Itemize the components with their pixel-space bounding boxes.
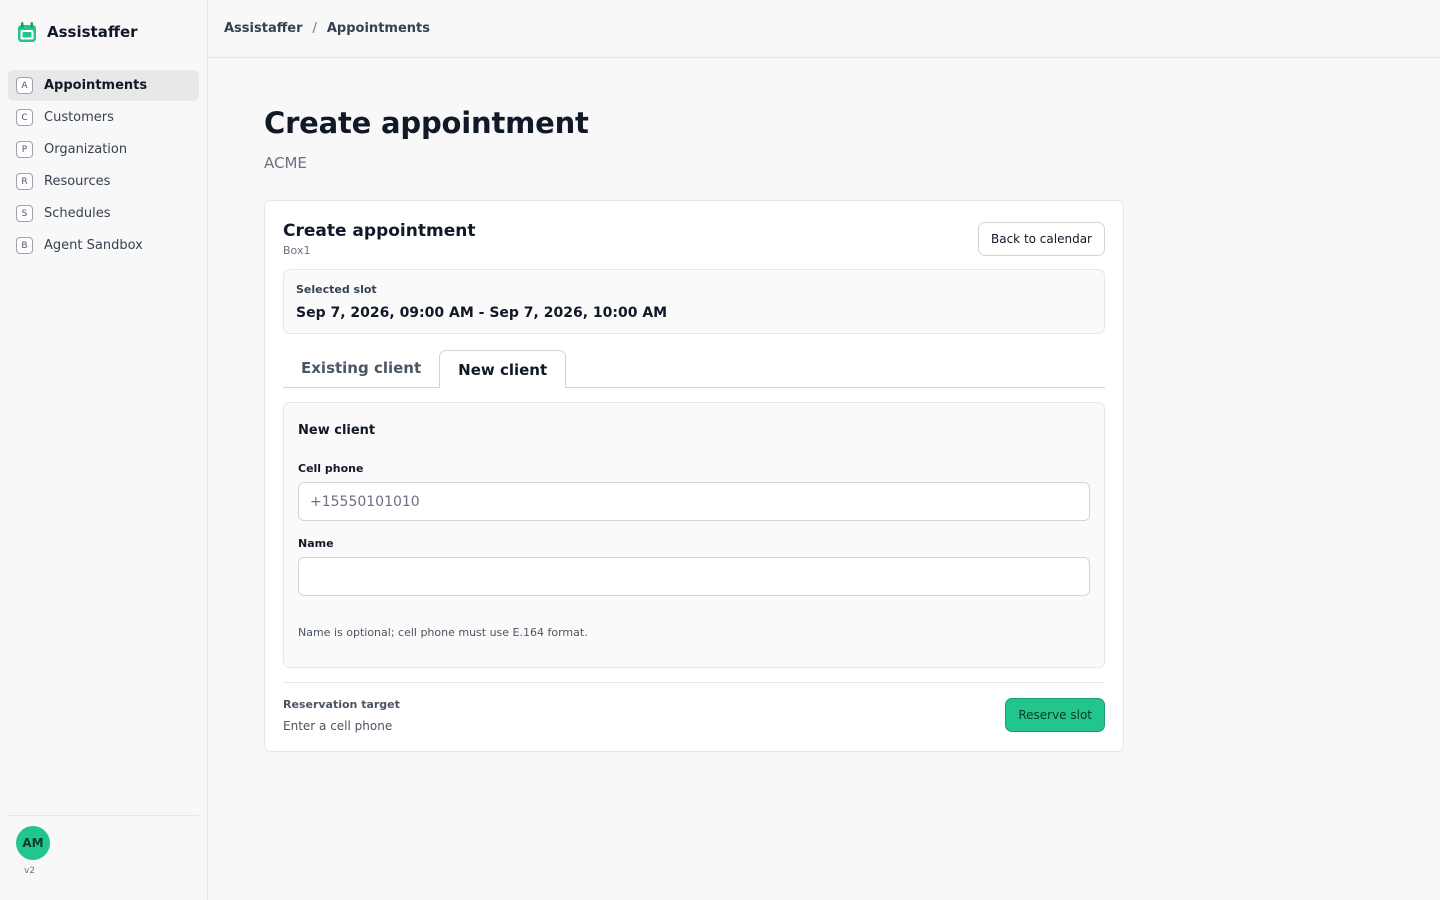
appointments-letter-icon: A xyxy=(16,77,33,94)
brand[interactable]: Assistaffer xyxy=(0,0,207,64)
sidebar-item-label: Agent Sandbox xyxy=(44,238,143,253)
tab-new-client[interactable]: New client xyxy=(439,350,567,388)
page-title: Create appointment xyxy=(264,106,589,140)
sidebar: Assistaffer A Appointments C Customers P… xyxy=(0,0,208,900)
selected-slot-value: Sep 7, 2026, 09:00 AM - Sep 7, 2026, 10:… xyxy=(296,305,668,321)
page-content: Create appointment ACME Create appointme… xyxy=(208,58,1440,752)
cell-phone-input[interactable] xyxy=(298,482,1090,521)
client-tabs: Existing client New client xyxy=(283,350,1105,388)
sidebar-item-organization[interactable]: P Organization xyxy=(8,134,199,165)
new-client-form: New client Cell phone Name Name is optio… xyxy=(283,402,1105,668)
form-hint: Name is optional; cell phone must use E.… xyxy=(298,626,588,639)
back-to-calendar-button[interactable]: Back to calendar xyxy=(978,222,1105,256)
create-appointment-card: Create appointment Box1 Back to calendar… xyxy=(264,200,1124,752)
breadcrumb-separator: / xyxy=(312,21,317,36)
sidebar-item-resources[interactable]: R Resources xyxy=(8,166,199,197)
app-name: Assistaffer xyxy=(47,23,138,41)
resources-letter-icon: R xyxy=(16,173,33,190)
sidebar-item-appointments[interactable]: A Appointments xyxy=(8,70,199,101)
card-title: Create appointment xyxy=(283,221,476,241)
sidebar-item-label: Appointments xyxy=(44,78,148,93)
name-input[interactable] xyxy=(298,557,1090,596)
sidebar-nav: A Appointments C Customers P Organizatio… xyxy=(0,64,207,268)
form-title: New client xyxy=(298,423,376,438)
organization-letter-icon: P xyxy=(16,141,33,158)
main-area: Assistaffer / Appointments Create appoin… xyxy=(208,0,1440,900)
app-root: Assistaffer A Appointments C Customers P… xyxy=(0,0,1440,900)
calendar-logo-icon xyxy=(18,22,36,42)
sidebar-footer: AM v2 xyxy=(8,815,199,876)
tab-existing-client[interactable]: Existing client xyxy=(283,349,439,387)
selected-slot-label: Selected slot xyxy=(296,283,377,296)
agent-sandbox-letter-icon: B xyxy=(16,237,33,254)
sidebar-item-label: Customers xyxy=(44,110,114,125)
sidebar-item-label: Resources xyxy=(44,174,111,189)
app-version: v2 xyxy=(24,866,36,876)
breadcrumb-root[interactable]: Assistaffer xyxy=(224,21,302,36)
page-subtitle: ACME xyxy=(264,154,307,172)
sidebar-item-label: Organization xyxy=(44,142,128,157)
card-subtitle: Box1 xyxy=(283,244,311,257)
reservation-target-label: Reservation target xyxy=(283,698,400,711)
schedules-letter-icon: S xyxy=(16,205,33,222)
sidebar-item-agent-sandbox[interactable]: B Agent Sandbox xyxy=(8,230,199,261)
selected-slot-box: Selected slot Sep 7, 2026, 09:00 AM - Se… xyxy=(283,269,1105,334)
breadcrumb: Assistaffer / Appointments xyxy=(208,0,1440,58)
sidebar-item-customers[interactable]: C Customers xyxy=(8,102,199,133)
card-header: Create appointment Box1 Back to calendar xyxy=(283,221,1105,257)
breadcrumb-current: Appointments xyxy=(326,21,430,36)
name-label: Name xyxy=(298,537,334,550)
avatar[interactable]: AM xyxy=(16,826,50,860)
sidebar-item-schedules[interactable]: S Schedules xyxy=(8,198,199,229)
customers-letter-icon: C xyxy=(16,109,33,126)
reservation-target-value: Enter a cell phone xyxy=(283,719,393,733)
sidebar-item-label: Schedules xyxy=(44,206,111,221)
reserve-slot-button[interactable]: Reserve slot xyxy=(1005,698,1105,732)
card-footer: Reservation target Enter a cell phone Re… xyxy=(283,682,1105,733)
cell-phone-label: Cell phone xyxy=(298,462,364,475)
